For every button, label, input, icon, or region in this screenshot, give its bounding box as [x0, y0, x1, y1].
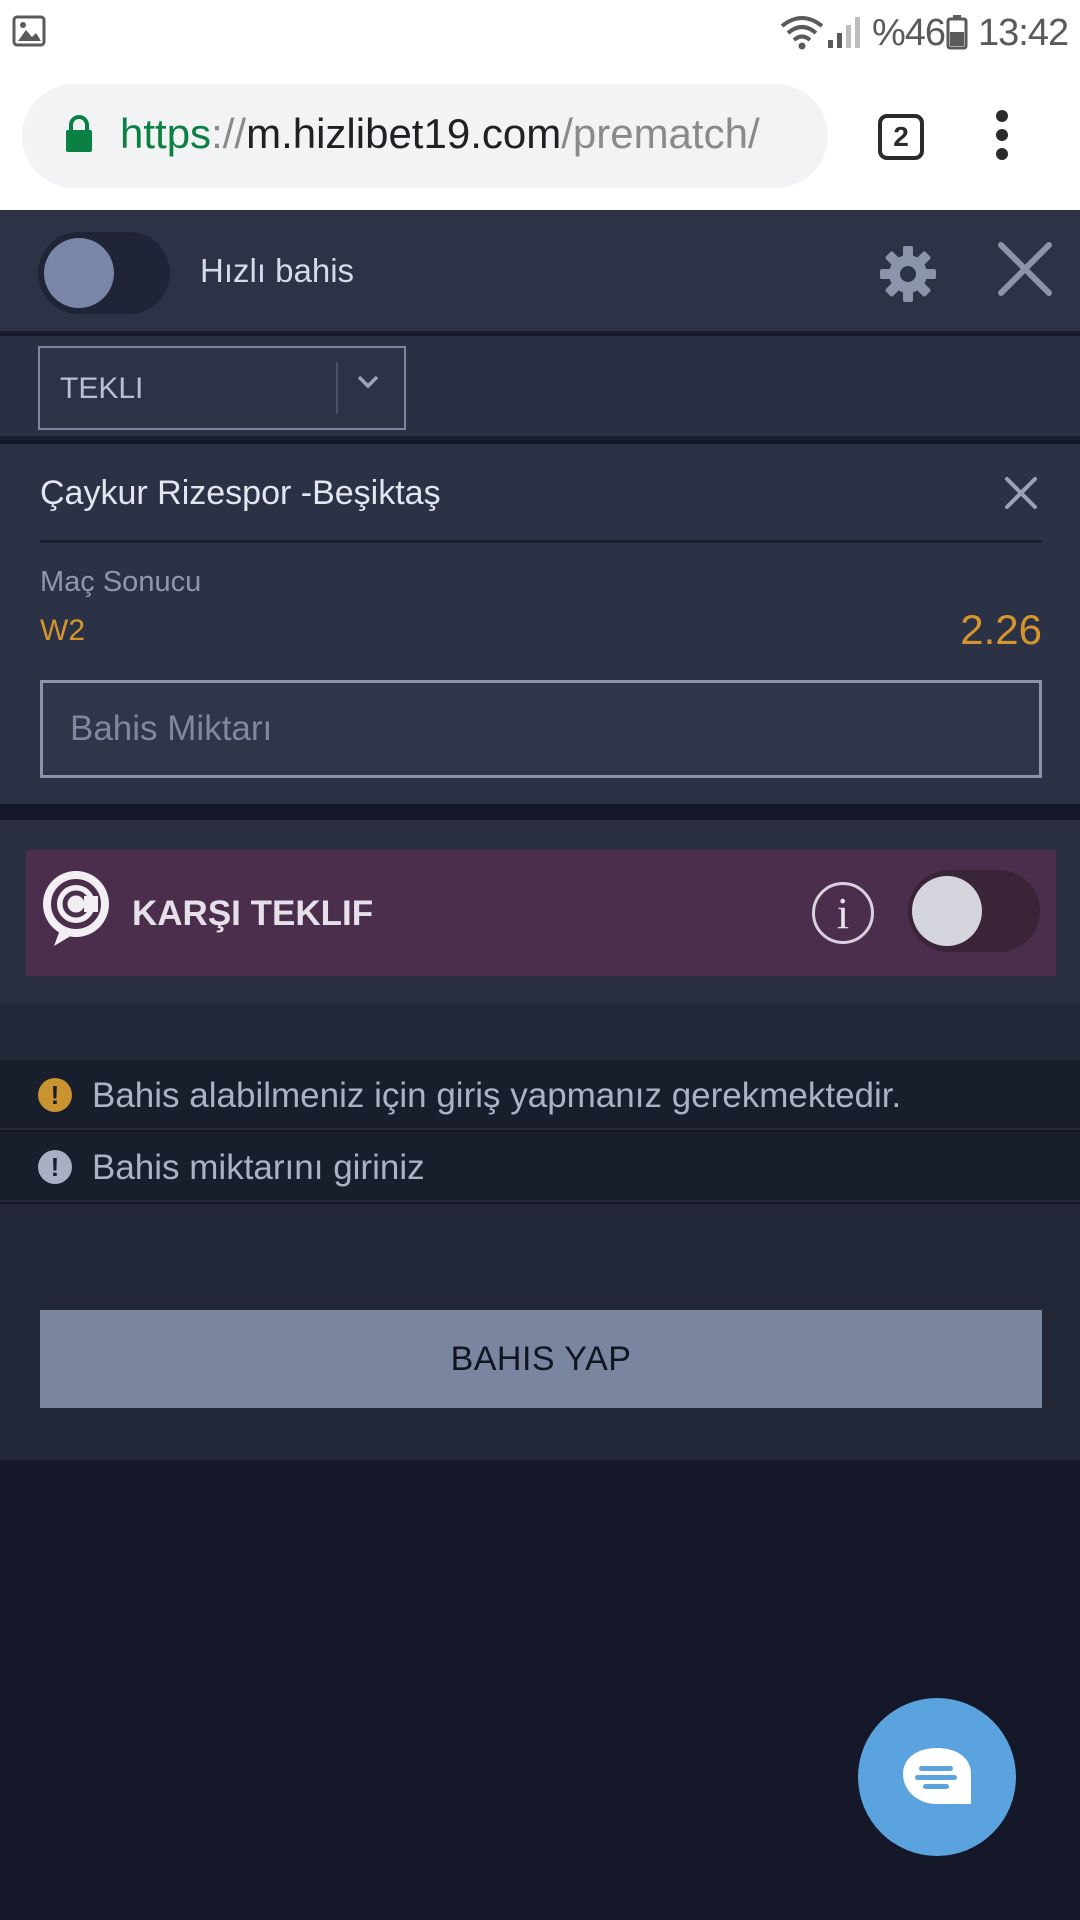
event-divider — [40, 540, 1042, 543]
url-separator: :// — [211, 110, 247, 157]
betslip-header: Hızlı bahis — [0, 210, 1080, 334]
address-bar[interactable]: https://m.hizlibet19.com/prematch/ — [22, 84, 828, 188]
quick-bet-label: Hızlı bahis — [200, 252, 355, 289]
browser-menu-icon[interactable] — [996, 110, 1008, 167]
bet-event-card: Çaykur Rizespor -Beşiktaş Maç Sonucu W2 … — [0, 444, 1080, 804]
counter-offer-label: KARŞI TEKLIF — [132, 894, 374, 933]
browser-toolbar: https://m.hizlibet19.com/prematch/ 2 — [0, 64, 1080, 210]
counter-offer-bar: KARŞI TEKLIF i — [26, 850, 1056, 976]
market-name: Maç Sonucu — [40, 566, 202, 598]
counter-offer-toggle[interactable] — [908, 870, 1040, 952]
info-icon[interactable]: i — [812, 882, 874, 944]
close-icon[interactable] — [996, 240, 1054, 298]
chevron-down-icon — [357, 375, 379, 389]
remove-bet-icon[interactable] — [1004, 476, 1038, 510]
message-text: Bahis miktarını giriniz — [92, 1148, 425, 1187]
lock-icon — [66, 115, 92, 152]
selection-name: W2 — [40, 614, 85, 647]
chat-icon — [903, 1748, 971, 1804]
quick-bet-toggle[interactable] — [38, 232, 170, 314]
status-bar: %46 13:42 — [0, 0, 1080, 64]
tab-switcher-button[interactable]: 2 — [878, 114, 924, 160]
message-text: Bahis alabilmeniz için giriş yapmanız ge… — [92, 1076, 902, 1115]
battery-percent: %46 — [872, 12, 946, 54]
select-divider — [336, 362, 338, 414]
stake-required-message: ! Bahis miktarını giriniz — [0, 1132, 1080, 1202]
event-title: Çaykur Rizespor -Beşiktaş — [40, 474, 441, 512]
warning-icon: ! — [38, 1078, 72, 1112]
odds-value: 2.26 — [960, 606, 1042, 653]
spacer — [0, 1004, 1080, 1060]
counter-offer-logo-icon — [43, 871, 109, 946]
gallery-icon — [12, 15, 46, 47]
gear-icon[interactable] — [878, 244, 938, 304]
place-bet-button[interactable]: BAHIS YAP — [40, 1310, 1042, 1408]
action-area: BAHIS YAP — [0, 1204, 1080, 1460]
clock: 13:42 — [978, 12, 1069, 54]
url-host: m.hizlibet19.com — [246, 110, 562, 157]
signal-icon — [828, 17, 860, 48]
url-scheme: https — [120, 110, 212, 157]
chat-button[interactable] — [858, 1698, 1016, 1856]
alert-icon: ! — [38, 1150, 72, 1184]
stake-input[interactable] — [40, 680, 1042, 778]
counter-offer-section: KARŞI TEKLIF i — [0, 820, 1080, 1006]
login-required-message: ! Bahis alabilmeniz için giriş yapmanız … — [0, 1060, 1080, 1130]
url-text[interactable]: https://m.hizlibet19.com/prematch/ — [120, 110, 810, 158]
bet-type-row: TEKLI — [0, 336, 1080, 440]
bet-type-select[interactable]: TEKLI — [38, 346, 406, 430]
url-path: /prematch/ — [561, 110, 760, 157]
bet-type-value: TEKLI — [60, 372, 144, 405]
wifi-icon — [780, 16, 824, 50]
battery-icon — [946, 15, 968, 50]
